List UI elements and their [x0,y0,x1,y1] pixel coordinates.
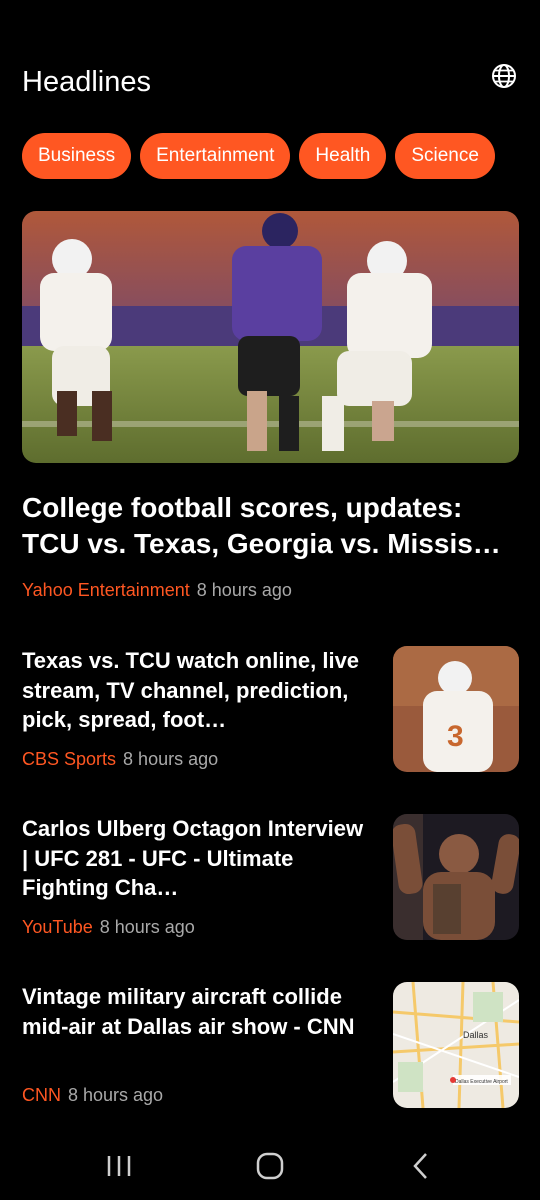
article-time: 8 hours ago [68,1085,164,1105]
featured-image[interactable] [22,211,519,463]
featured-source[interactable]: Yahoo Entertainment [22,580,190,600]
article-meta: CBS Sports 8 hours ago [22,749,218,770]
article-thumbnail-map[interactable]: Dallas Dallas Executive Airport [393,982,519,1108]
category-chips: Business Entertainment Health Science [22,133,518,179]
article-item[interactable]: Texas vs. TCU watch online, live stream,… [22,646,519,774]
article-title[interactable]: Vintage military aircraft collide mid-ai… [22,982,374,1041]
recents-icon[interactable] [99,1146,139,1186]
map-city-label: Dallas [463,1030,489,1040]
map-airport-label: Dallas Executive Airport [455,1079,508,1085]
article-item[interactable]: Vintage military aircraft collide mid-ai… [22,982,519,1110]
article-title[interactable]: Carlos Ulberg Octagon Interview | UFC 28… [22,814,374,903]
article-item[interactable]: Carlos Ulberg Octagon Interview | UFC 28… [22,814,519,942]
featured-title[interactable]: College football scores, updates: TCU vs… [22,490,518,562]
article-meta: CNN 8 hours ago [22,1085,163,1106]
globe-icon[interactable] [490,62,518,90]
system-navigation-bar [0,1132,540,1200]
article-source[interactable]: CNN [22,1085,61,1105]
article-title[interactable]: Texas vs. TCU watch online, live stream,… [22,646,374,735]
article-thumbnail[interactable]: 3 [393,646,519,772]
svg-text:3: 3 [447,720,464,753]
article-time: 8 hours ago [99,917,195,937]
featured-time: 8 hours ago [196,580,292,600]
chip-health[interactable]: Health [299,133,387,179]
chip-science[interactable]: Science [395,133,495,179]
article-source[interactable]: CBS Sports [22,749,116,769]
app-header: Headlines [22,62,518,102]
article-time: 8 hours ago [123,749,219,769]
featured-meta: Yahoo Entertainment 8 hours ago [22,580,292,601]
home-icon[interactable] [250,1146,290,1186]
back-icon[interactable] [401,1146,441,1186]
article-meta: YouTube 8 hours ago [22,917,195,938]
article-thumbnail[interactable] [393,814,519,940]
chip-entertainment[interactable]: Entertainment [140,133,291,179]
article-source[interactable]: YouTube [22,917,93,937]
chip-business[interactable]: Business [22,133,132,179]
page-title: Headlines [22,66,151,98]
